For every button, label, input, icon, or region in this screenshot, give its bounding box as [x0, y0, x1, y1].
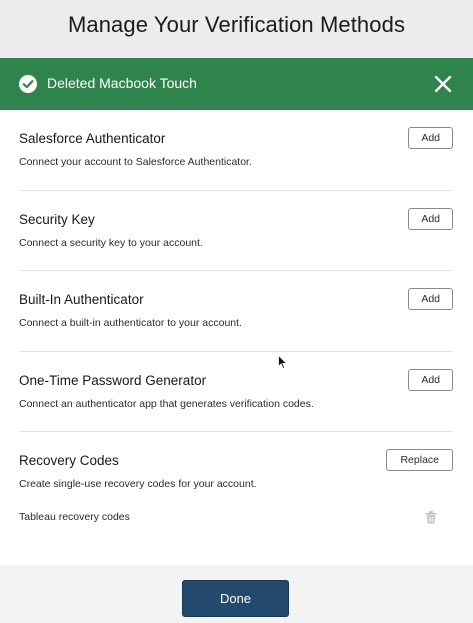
add-security-key-button[interactable]: Add	[408, 208, 453, 230]
divider	[19, 270, 453, 271]
method-title: Built-In Authenticator	[19, 292, 144, 307]
replace-recovery-codes-button[interactable]: Replace	[386, 449, 453, 471]
method-title: Security Key	[19, 212, 95, 227]
trash-icon[interactable]	[425, 511, 437, 524]
method-description: Connect a security key to your account.	[19, 237, 203, 249]
method-description: Create single-use recovery codes for you…	[19, 478, 257, 490]
close-icon[interactable]	[434, 75, 452, 93]
method-description: Connect your account to Salesforce Authe…	[19, 156, 252, 168]
done-button[interactable]: Done	[182, 580, 289, 617]
method-title: One-Time Password Generator	[19, 373, 207, 388]
modal-footer: Done	[0, 565, 473, 623]
recovery-codes-label: Tableau recovery codes	[19, 511, 130, 523]
page: Manage Your Verification Methods Deleted…	[0, 0, 473, 623]
recovery-codes-item: Tableau recovery codes	[19, 511, 453, 531]
divider	[19, 190, 453, 191]
add-otp-generator-button[interactable]: Add	[408, 369, 453, 391]
add-salesforce-authenticator-button[interactable]: Add	[408, 127, 453, 149]
page-title: Manage Your Verification Methods	[67, 12, 406, 37]
mouse-cursor-icon	[278, 355, 288, 370]
method-title: Recovery Codes	[19, 453, 119, 468]
method-description: Connect a built-in authenticator to your…	[19, 317, 242, 329]
add-built-in-authenticator-button[interactable]: Add	[408, 288, 453, 310]
check-circle-icon	[19, 75, 37, 93]
success-toast: Deleted Macbook Touch	[0, 58, 473, 110]
divider	[19, 351, 453, 352]
verification-methods-panel: Deleted Macbook Touch Salesforce Authent…	[0, 58, 473, 623]
method-description: Connect an authenticator app that genera…	[19, 398, 314, 410]
method-title: Salesforce Authenticator	[19, 131, 166, 146]
toast-message: Deleted Macbook Touch	[47, 75, 197, 91]
divider	[19, 431, 453, 432]
